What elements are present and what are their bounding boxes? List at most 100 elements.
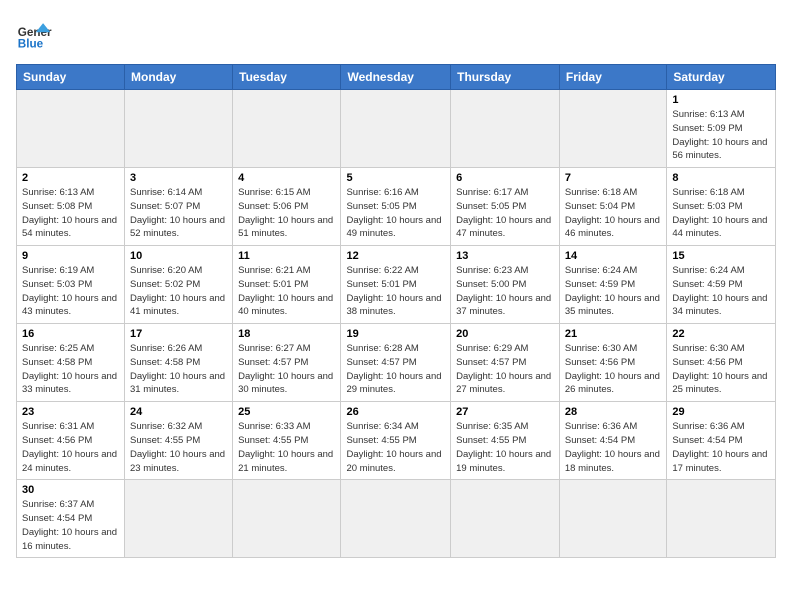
day-info: Sunrise: 6:25 AMSunset: 4:58 PMDaylight:… <box>22 342 119 397</box>
calendar-cell: 3 Sunrise: 6:14 AMSunset: 5:07 PMDaylight… <box>125 168 233 246</box>
day-info: Sunrise: 6:35 AMSunset: 4:55 PMDaylight:… <box>456 420 554 475</box>
day-number: 10 <box>130 250 227 262</box>
week-row-1: 1Sunrise: 6:13 AMSunset: 5:09 PMDaylight… <box>17 90 776 168</box>
calendar-cell: 30 Sunrise: 6:37 AMSunset: 4:54 PMDayligh… <box>17 480 125 558</box>
week-row-2: 2 Sunrise: 6:13 AMSunset: 5:08 PMDaylight… <box>17 168 776 246</box>
day-number: 17 <box>130 328 227 340</box>
calendar-cell <box>125 480 233 558</box>
weekday-header-wednesday: Wednesday <box>341 65 451 90</box>
day-number: 25 <box>238 406 335 418</box>
day-number: 4 <box>238 172 335 184</box>
day-number: 20 <box>456 328 554 340</box>
calendar-cell: 27 Sunrise: 6:35 AMSunset: 4:55 PMDayligh… <box>451 402 560 480</box>
day-number: 9 <box>22 250 119 262</box>
calendar-cell: 18 Sunrise: 6:27 AMSunset: 4:57 PMDayligh… <box>233 324 341 402</box>
day-info: Sunrise: 6:31 AMSunset: 4:56 PMDaylight:… <box>22 420 119 475</box>
day-info: Sunrise: 6:29 AMSunset: 4:57 PMDaylight:… <box>456 342 554 397</box>
weekday-header-row: SundayMondayTuesdayWednesdayThursdayFrid… <box>17 65 776 90</box>
calendar-cell: 20 Sunrise: 6:29 AMSunset: 4:57 PMDayligh… <box>451 324 560 402</box>
day-number: 24 <box>130 406 227 418</box>
calendar-cell: 29Sunrise: 6:36 AMSunset: 4:54 PMDayligh… <box>667 402 776 480</box>
day-info: Sunrise: 6:24 AMSunset: 4:59 PMDaylight:… <box>565 264 661 319</box>
calendar-cell: 14 Sunrise: 6:24 AMSunset: 4:59 PMDayligh… <box>559 246 666 324</box>
calendar-cell: 7 Sunrise: 6:18 AMSunset: 5:04 PMDaylight… <box>559 168 666 246</box>
day-info: Sunrise: 6:20 AMSunset: 5:02 PMDaylight:… <box>130 264 227 319</box>
calendar-cell: 19 Sunrise: 6:28 AMSunset: 4:57 PMDayligh… <box>341 324 451 402</box>
day-info: Sunrise: 6:36 AMSunset: 4:54 PMDaylight:… <box>672 420 770 475</box>
day-info: Sunrise: 6:24 AMSunset: 4:59 PMDaylight:… <box>672 264 770 319</box>
calendar-cell: 23 Sunrise: 6:31 AMSunset: 4:56 PMDayligh… <box>17 402 125 480</box>
calendar-cell: 16Sunrise: 6:25 AMSunset: 4:58 PMDayligh… <box>17 324 125 402</box>
calendar-cell <box>559 480 666 558</box>
weekday-header-friday: Friday <box>559 65 666 90</box>
day-number: 19 <box>346 328 445 340</box>
day-number: 7 <box>565 172 661 184</box>
calendar-cell: 28Sunrise: 6:36 AMSunset: 4:54 PMDayligh… <box>559 402 666 480</box>
calendar-cell: 13 Sunrise: 6:23 AMSunset: 5:00 PMDayligh… <box>451 246 560 324</box>
day-info: Sunrise: 6:17 AMSunset: 5:05 PMDaylight:… <box>456 186 554 241</box>
calendar-cell: 1Sunrise: 6:13 AMSunset: 5:09 PMDaylight… <box>667 90 776 168</box>
calendar-cell <box>233 480 341 558</box>
day-number: 22 <box>672 328 770 340</box>
day-info: Sunrise: 6:23 AMSunset: 5:00 PMDaylight:… <box>456 264 554 319</box>
day-info: Sunrise: 6:13 AMSunset: 5:08 PMDaylight:… <box>22 186 119 241</box>
calendar-cell: 12 Sunrise: 6:22 AMSunset: 5:01 PMDayligh… <box>341 246 451 324</box>
calendar-cell <box>341 90 451 168</box>
day-info: Sunrise: 6:18 AMSunset: 5:03 PMDaylight:… <box>672 186 770 241</box>
day-info: Sunrise: 6:21 AMSunset: 5:01 PMDaylight:… <box>238 264 335 319</box>
day-number: 26 <box>346 406 445 418</box>
day-number: 2 <box>22 172 119 184</box>
week-row-3: 9 Sunrise: 6:19 AMSunset: 5:03 PMDaylight… <box>17 246 776 324</box>
svg-text:Blue: Blue <box>18 38 44 51</box>
calendar-cell: 9 Sunrise: 6:19 AMSunset: 5:03 PMDaylight… <box>17 246 125 324</box>
weekday-header-saturday: Saturday <box>667 65 776 90</box>
weekday-header-monday: Monday <box>125 65 233 90</box>
calendar-cell <box>451 480 560 558</box>
calendar-cell <box>17 90 125 168</box>
page-header: General Blue <box>16 16 776 52</box>
day-info: Sunrise: 6:28 AMSunset: 4:57 PMDaylight:… <box>346 342 445 397</box>
day-info: Sunrise: 6:22 AMSunset: 5:01 PMDaylight:… <box>346 264 445 319</box>
day-number: 30 <box>22 484 119 496</box>
day-info: Sunrise: 6:26 AMSunset: 4:58 PMDaylight:… <box>130 342 227 397</box>
day-info: Sunrise: 6:33 AMSunset: 4:55 PMDaylight:… <box>238 420 335 475</box>
day-number: 13 <box>456 250 554 262</box>
calendar-cell <box>125 90 233 168</box>
calendar-cell: 26Sunrise: 6:34 AMSunset: 4:55 PMDayligh… <box>341 402 451 480</box>
calendar-cell: 21Sunrise: 6:30 AMSunset: 4:56 PMDayligh… <box>559 324 666 402</box>
day-info: Sunrise: 6:27 AMSunset: 4:57 PMDaylight:… <box>238 342 335 397</box>
day-info: Sunrise: 6:37 AMSunset: 4:54 PMDaylight:… <box>22 498 119 553</box>
day-number: 23 <box>22 406 119 418</box>
calendar-cell <box>233 90 341 168</box>
calendar-cell <box>667 480 776 558</box>
day-info: Sunrise: 6:14 AMSunset: 5:07 PMDaylight:… <box>130 186 227 241</box>
day-info: Sunrise: 6:15 AMSunset: 5:06 PMDaylight:… <box>238 186 335 241</box>
day-number: 18 <box>238 328 335 340</box>
weekday-header-sunday: Sunday <box>17 65 125 90</box>
calendar-cell: 22Sunrise: 6:30 AMSunset: 4:56 PMDayligh… <box>667 324 776 402</box>
day-number: 5 <box>346 172 445 184</box>
day-number: 12 <box>346 250 445 262</box>
week-row-6: 30 Sunrise: 6:37 AMSunset: 4:54 PMDayligh… <box>17 480 776 558</box>
calendar-cell: 5Sunrise: 6:16 AMSunset: 5:05 PMDaylight… <box>341 168 451 246</box>
calendar-cell: 4 Sunrise: 6:15 AMSunset: 5:06 PMDaylight… <box>233 168 341 246</box>
logo-icon: General Blue <box>16 16 52 52</box>
day-number: 28 <box>565 406 661 418</box>
logo: General Blue <box>16 16 52 52</box>
calendar-cell: 10 Sunrise: 6:20 AMSunset: 5:02 PMDayligh… <box>125 246 233 324</box>
calendar-cell: 2 Sunrise: 6:13 AMSunset: 5:08 PMDaylight… <box>17 168 125 246</box>
day-info: Sunrise: 6:18 AMSunset: 5:04 PMDaylight:… <box>565 186 661 241</box>
calendar-cell: 11Sunrise: 6:21 AMSunset: 5:01 PMDayligh… <box>233 246 341 324</box>
day-number: 14 <box>565 250 661 262</box>
calendar-cell: 6 Sunrise: 6:17 AMSunset: 5:05 PMDaylight… <box>451 168 560 246</box>
day-info: Sunrise: 6:32 AMSunset: 4:55 PMDaylight:… <box>130 420 227 475</box>
day-number: 6 <box>456 172 554 184</box>
week-row-5: 23 Sunrise: 6:31 AMSunset: 4:56 PMDayligh… <box>17 402 776 480</box>
week-row-4: 16Sunrise: 6:25 AMSunset: 4:58 PMDayligh… <box>17 324 776 402</box>
day-info: Sunrise: 6:30 AMSunset: 4:56 PMDaylight:… <box>565 342 661 397</box>
day-number: 3 <box>130 172 227 184</box>
calendar-cell: 25 Sunrise: 6:33 AMSunset: 4:55 PMDayligh… <box>233 402 341 480</box>
day-number: 15 <box>672 250 770 262</box>
day-info: Sunrise: 6:19 AMSunset: 5:03 PMDaylight:… <box>22 264 119 319</box>
day-number: 27 <box>456 406 554 418</box>
